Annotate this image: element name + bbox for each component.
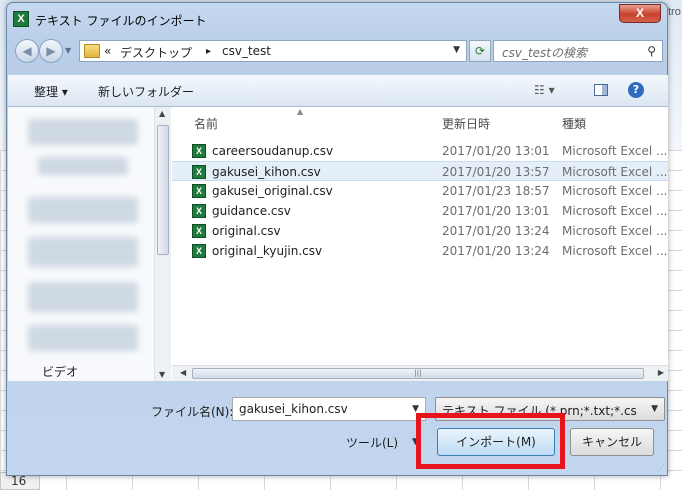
refresh-button[interactable]: ⟳ xyxy=(469,40,491,62)
breadcrumb-separator-icon[interactable]: ▸ xyxy=(206,46,211,57)
column-header-type[interactable]: 種類 xyxy=(562,115,586,132)
address-dropdown-icon[interactable]: ▼ xyxy=(453,45,460,55)
history-dropdown-icon[interactable]: ▼ xyxy=(65,46,71,55)
csv-file-icon: X xyxy=(192,184,206,198)
file-date: 2017/01/20 13:01 xyxy=(442,204,550,218)
horizontal-scrollbar[interactable]: ◀ ||| ▶ xyxy=(172,365,668,381)
close-button[interactable]: X xyxy=(619,4,661,23)
address-row: ◀ ▶ ▼ « デスクトップ ▸ csv_test ▼ ⟳ csv_testの検… xyxy=(7,31,667,65)
csv-file-icon: X xyxy=(192,165,206,179)
file-name[interactable]: gakusei_original.csv xyxy=(212,184,333,198)
title-bar: X テキスト ファイルのインポート X xyxy=(7,3,667,31)
preview-pane-icon[interactable] xyxy=(594,84,608,96)
search-icon: ⚲ xyxy=(647,44,656,58)
file-name[interactable]: original.csv xyxy=(212,224,281,238)
file-type: Microsoft Excel ... xyxy=(562,224,668,238)
file-row[interactable]: Xgakusei_original.csv 2017/01/23 18:57 Mic… xyxy=(172,181,668,201)
nav-item-blurred[interactable] xyxy=(28,237,138,267)
organize-button[interactable]: 整理 ▾ xyxy=(34,83,68,100)
highlight-annotation xyxy=(416,413,565,469)
file-list: ▲ 名前 更新日時 種類 Xcareersoudanup.csv 2017/01/… xyxy=(172,107,668,381)
csv-file-icon: X xyxy=(192,244,206,258)
file-row[interactable]: Xcareersoudanup.csv 2017/01/20 13:01 Micro… xyxy=(172,141,668,161)
search-placeholder: csv_testの検索 xyxy=(502,46,587,60)
column-header-date[interactable]: 更新日時 xyxy=(442,115,490,132)
folder-icon xyxy=(84,44,100,58)
file-date: 2017/01/20 13:01 xyxy=(442,144,550,158)
file-type: Microsoft Excel ... xyxy=(562,244,668,258)
sort-ascending-icon: ▲ xyxy=(297,107,304,116)
scroll-down-icon[interactable]: ▼ xyxy=(159,370,165,379)
file-row[interactable]: Xoriginal_kyujin.csv 2017/01/20 13:24 Micr… xyxy=(172,241,668,261)
nav-scroll-thumb[interactable] xyxy=(157,125,169,255)
file-name[interactable]: guidance.csv xyxy=(212,204,291,218)
file-row[interactable]: Xgakusei_kihon.csv 2017/01/20 13:57 Micros… xyxy=(172,161,668,181)
filename-input[interactable]: gakusei_kihon.csv ▼ xyxy=(232,397,426,421)
breadcrumb-csv-test[interactable]: csv_test xyxy=(222,44,271,58)
toolbar: 整理 ▾ 新しいフォルダー ☷ ▾ ? xyxy=(8,75,668,107)
nav-item-blurred[interactable] xyxy=(28,325,138,351)
back-button[interactable]: ◀ xyxy=(15,39,39,63)
file-type: Microsoft Excel ... xyxy=(562,144,668,158)
breadcrumb-desktop[interactable]: デスクトップ xyxy=(120,44,192,61)
help-icon[interactable]: ? xyxy=(628,82,644,98)
nav-scrollbar[interactable]: ▲ ▼ xyxy=(154,107,171,381)
file-name[interactable]: careersoudanup.csv xyxy=(212,144,333,158)
filename-label: ファイル名(N): xyxy=(151,405,234,419)
file-date: 2017/01/20 13:24 xyxy=(442,224,550,238)
nav-item-blurred[interactable] xyxy=(28,282,138,312)
column-header-name[interactable]: 名前 xyxy=(194,115,218,132)
csv-file-icon: X xyxy=(192,204,206,218)
excel-app-icon: X xyxy=(13,11,29,27)
scroll-left-icon[interactable]: ◀ xyxy=(180,368,186,377)
horizontal-scroll-thumb[interactable]: ||| xyxy=(192,368,644,379)
file-date: 2017/01/20 13:57 xyxy=(442,165,550,179)
file-date: 2017/01/20 13:24 xyxy=(442,244,550,258)
nav-item-blurred[interactable] xyxy=(28,119,138,145)
scroll-up-icon[interactable]: ▲ xyxy=(159,109,165,118)
background-edge-text: tro xyxy=(668,6,681,18)
tools-button[interactable]: ツール(L) xyxy=(346,434,398,451)
cancel-button[interactable]: キャンセル xyxy=(570,428,654,456)
file-type: Microsoft Excel ... xyxy=(562,204,668,218)
import-dialog: X テキスト ファイルのインポート X ◀ ▶ ▼ « デスクトップ ▸ csv… xyxy=(6,2,668,476)
view-options-icon[interactable]: ☷ ▾ xyxy=(534,83,555,97)
content-area: ビデオ ▲ ▼ ▲ 名前 更新日時 種類 Xcareersoudanup.csv… xyxy=(8,107,668,381)
nav-item-blurred[interactable] xyxy=(28,197,138,223)
filetype-dropdown-icon[interactable]: ▼ xyxy=(651,404,658,414)
scroll-right-icon[interactable]: ▶ xyxy=(658,368,664,377)
file-name[interactable]: gakusei_kihon.csv xyxy=(212,165,321,179)
resize-grip-icon[interactable]: ⋰ xyxy=(657,463,665,472)
file-type: Microsoft Excel ... xyxy=(562,165,668,179)
file-row[interactable]: Xguidance.csv 2017/01/20 13:01 Microsoft E… xyxy=(172,201,668,221)
forward-button[interactable]: ▶ xyxy=(39,39,63,63)
file-type: Microsoft Excel ... xyxy=(562,184,668,198)
navigation-pane[interactable]: ビデオ xyxy=(8,107,154,381)
file-date: 2017/01/23 18:57 xyxy=(442,184,550,198)
new-folder-button[interactable]: 新しいフォルダー xyxy=(98,83,194,100)
search-input[interactable]: csv_testの検索 ⚲ xyxy=(493,40,663,62)
file-name[interactable]: original_kyujin.csv xyxy=(212,244,322,258)
filename-value[interactable]: gakusei_kihon.csv xyxy=(239,402,348,416)
csv-file-icon: X xyxy=(192,144,206,158)
nav-item-blurred[interactable] xyxy=(38,157,128,175)
file-row[interactable]: Xoriginal.csv 2017/01/20 13:24 Microsoft E… xyxy=(172,221,668,241)
nav-item-video[interactable]: ビデオ xyxy=(42,363,78,380)
address-bar[interactable]: « デスクトップ ▸ csv_test ▼ xyxy=(79,40,467,62)
csv-file-icon: X xyxy=(192,224,206,238)
dialog-title: テキスト ファイルのインポート xyxy=(35,14,207,28)
address-overflow[interactable]: « xyxy=(104,44,111,58)
